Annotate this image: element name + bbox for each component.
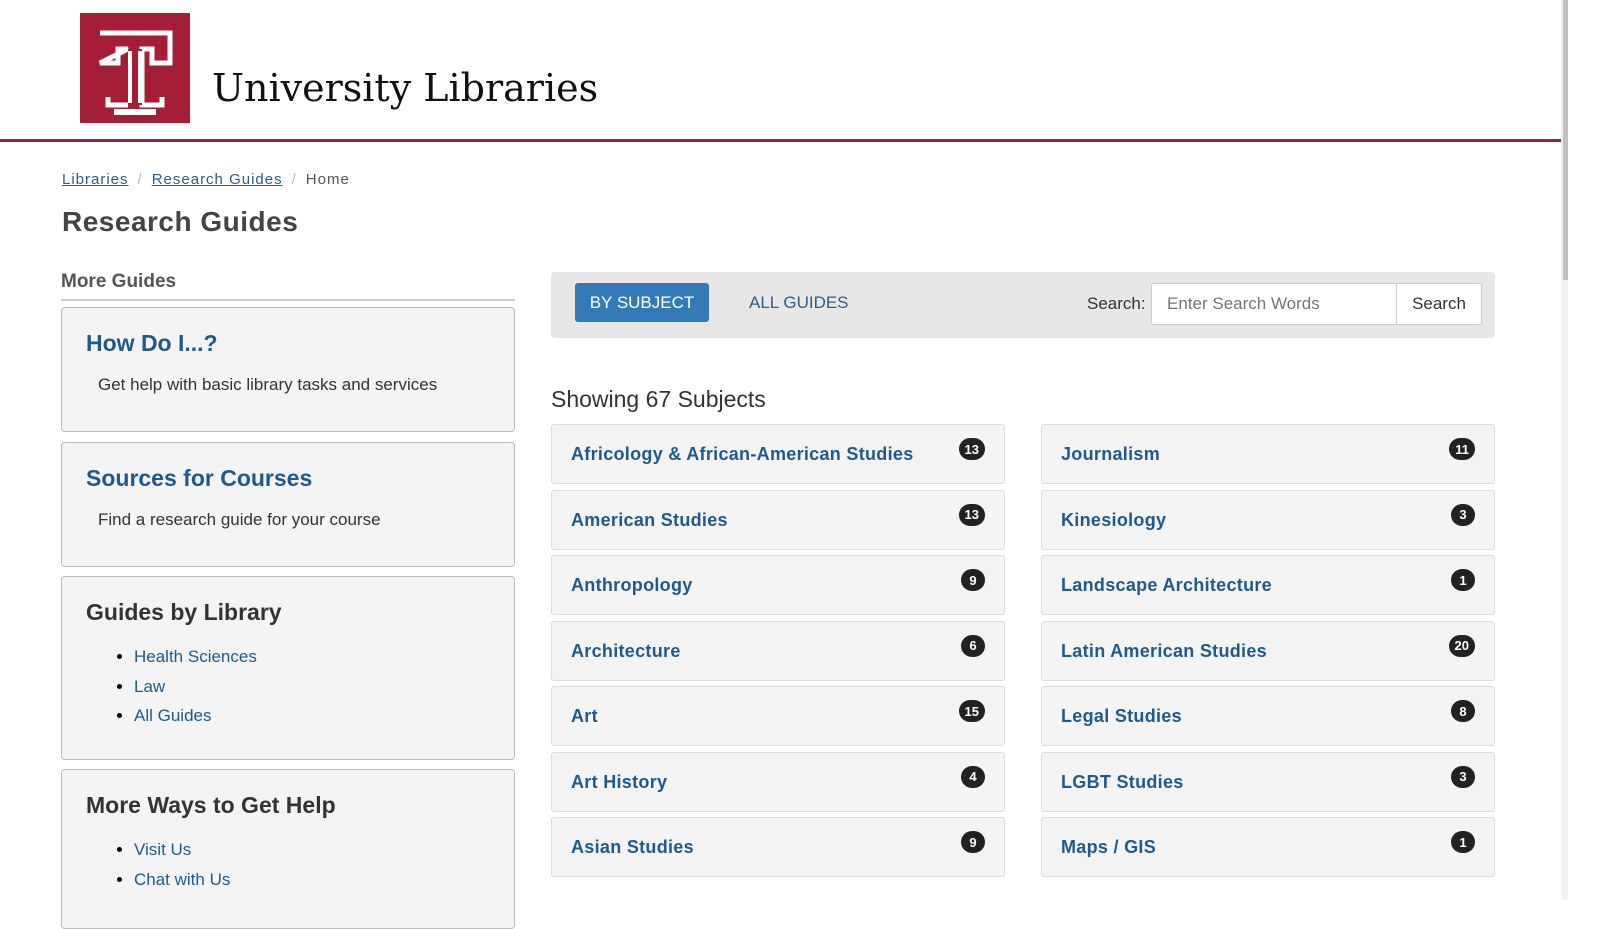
subject-name[interactable]: Legal Studies — [1061, 706, 1182, 727]
subject-name[interactable]: Maps / GIS — [1061, 837, 1156, 858]
breadcrumb-separator: / — [137, 171, 143, 188]
subject-item[interactable]: Art History 4 — [551, 751, 1005, 812]
subject-item[interactable]: Journalism 11 — [1041, 424, 1495, 484]
guide-count-badge: 20 — [1448, 634, 1475, 657]
subject-item[interactable]: Landscape Architecture 1 — [1041, 555, 1495, 615]
more-guides-heading: More Guides — [61, 271, 515, 301]
guide-count-badge: 8 — [1451, 700, 1475, 722]
breadcrumb-separator: / — [291, 171, 297, 188]
subject-item[interactable]: American Studies 13 — [551, 489, 1005, 550]
breadcrumb-research-guides[interactable]: Research Guides — [152, 171, 283, 188]
guide-count-badge: 11 — [1449, 438, 1475, 460]
guide-count-badge: 13 — [958, 503, 985, 526]
subject-name[interactable]: Anthropology — [571, 575, 693, 596]
library-link-health-sciences[interactable]: Health Sciences — [134, 647, 257, 666]
guide-count-badge: 1 — [1451, 569, 1475, 591]
search-input[interactable] — [1151, 283, 1397, 325]
subject-name[interactable]: Art History — [571, 772, 667, 793]
guide-count-badge: 1 — [1451, 831, 1475, 853]
subject-item[interactable]: LGBT Studies 3 — [1041, 751, 1495, 812]
subject-name[interactable]: Art — [571, 706, 598, 727]
subject-item[interactable]: Africology & African-American Studies 13 — [551, 424, 1005, 484]
subject-name[interactable]: Architecture — [571, 641, 681, 662]
help-link-visit-us[interactable]: Visit Us — [134, 840, 191, 859]
subject-item[interactable]: Legal Studies 8 — [1041, 686, 1495, 746]
guide-count-badge: 9 — [961, 569, 985, 591]
guides-by-library-card: Guides by Library Health Sciences Law Al… — [61, 576, 515, 760]
guide-count-badge: 3 — [1451, 503, 1475, 526]
library-link-law[interactable]: Law — [134, 677, 165, 696]
subject-name[interactable]: Asian Studies — [571, 837, 694, 858]
guide-count-badge: 3 — [1451, 765, 1475, 788]
subject-name[interactable]: Latin American Studies — [1061, 641, 1267, 662]
guides-by-library-heading: Guides by Library — [86, 599, 282, 625]
temple-t-logo[interactable] — [80, 13, 190, 123]
subject-name[interactable]: American Studies — [571, 510, 728, 531]
more-help-card: More Ways to Get Help Visit Us Chat with… — [61, 769, 515, 929]
site-title[interactable]: University Libraries — [212, 66, 598, 110]
breadcrumb-libraries[interactable]: Libraries — [62, 171, 129, 188]
subject-item[interactable]: Asian Studies 9 — [551, 817, 1005, 877]
guides-toolbar: BY SUBJECT ALL GUIDES Search: Search — [551, 272, 1495, 338]
subject-name[interactable]: Journalism — [1061, 444, 1160, 465]
how-do-i-card: How Do I...? Get help with basic library… — [61, 307, 515, 432]
breadcrumb-current: Home — [305, 171, 350, 188]
sources-desc: Find a research guide for your course — [98, 510, 381, 529]
subject-name[interactable]: Kinesiology — [1061, 510, 1166, 531]
sources-card: Sources for Courses Find a research guid… — [61, 442, 515, 567]
subject-item[interactable]: Art 15 — [551, 686, 1005, 746]
guide-count-badge: 6 — [961, 634, 985, 657]
how-do-i-link[interactable]: How Do I...? — [86, 330, 490, 357]
search-label: Search: — [1087, 294, 1146, 313]
how-do-i-desc: Get help with basic library tasks and se… — [98, 375, 438, 394]
scrollbar-thumb[interactable] — [1563, 0, 1568, 280]
search-button[interactable]: Search — [1396, 283, 1482, 325]
guide-count-badge: 13 — [958, 438, 985, 460]
library-link-all-guides[interactable]: All Guides — [134, 706, 211, 725]
guide-count-badge: 9 — [961, 831, 985, 853]
more-help-heading: More Ways to Get Help — [86, 792, 336, 818]
subject-item[interactable]: Maps / GIS 1 — [1041, 817, 1495, 877]
subjects-count: Showing 67 Subjects — [551, 386, 766, 412]
by-subject-tab[interactable]: BY SUBJECT — [575, 283, 709, 322]
guide-count-badge: 15 — [958, 700, 985, 722]
subject-name[interactable]: Africology & African-American Studies — [571, 444, 914, 465]
subject-name[interactable]: Landscape Architecture — [1061, 575, 1272, 596]
sources-link[interactable]: Sources for Courses — [86, 465, 490, 492]
page-title: Research Guides — [62, 206, 299, 237]
subject-item[interactable]: Latin American Studies 20 — [1041, 620, 1495, 681]
subject-item[interactable]: Architecture 6 — [551, 620, 1005, 681]
site-header: University Libraries — [0, 0, 1561, 142]
breadcrumb: Libraries / Research Guides / Home — [62, 171, 350, 188]
subject-item[interactable]: Anthropology 9 — [551, 555, 1005, 615]
help-link-chat[interactable]: Chat with Us — [134, 870, 230, 889]
all-guides-tab[interactable]: ALL GUIDES — [749, 293, 849, 313]
subject-item[interactable]: Kinesiology 3 — [1041, 489, 1495, 550]
subject-name[interactable]: LGBT Studies — [1061, 772, 1184, 793]
guide-count-badge: 4 — [961, 765, 985, 788]
